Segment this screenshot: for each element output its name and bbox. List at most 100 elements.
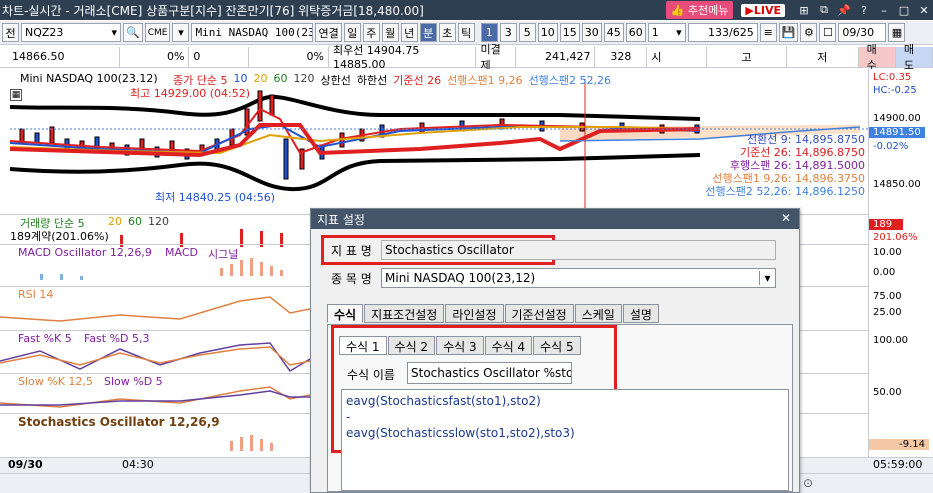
settings-icon[interactable]: ⚙ <box>800 23 818 42</box>
pin-icon[interactable]: 📌 <box>835 4 853 17</box>
sell-button[interactable]: 매도 <box>895 43 933 72</box>
grid-icon[interactable]: ⊞ <box>795 4 813 17</box>
period-week-tab[interactable]: 주 <box>362 23 380 42</box>
ichimoku-value-label: 전환선 9: 14,895.8750 <box>746 133 865 146</box>
tab-description[interactable]: 설명 <box>622 304 659 323</box>
cme-button[interactable]: CME <box>144 23 171 42</box>
low-label: 저 <box>787 46 859 67</box>
recommend-menu-button[interactable]: 👍 추천메뉴 <box>665 1 734 19</box>
volume-percent: 0% <box>249 46 329 67</box>
title-bar: 차트-실시간 - 거래소[CME] 상품구분[지수] 잔존만기[76] 위탁증거… <box>0 0 933 20</box>
interval-30-button[interactable]: 30 <box>581 23 602 42</box>
close-icon[interactable]: ✕ <box>915 4 933 17</box>
date-field[interactable]: 09/30 <box>838 23 887 42</box>
period-second-tab[interactable]: 초 <box>438 23 456 42</box>
buy-button[interactable]: 매수 <box>858 43 896 72</box>
axis-current-pct: -0.02% <box>873 141 909 152</box>
period-tick-tab[interactable]: 틱 <box>457 23 475 42</box>
formula-editor[interactable]: eavg(Stochasticsfast(sto1),sto2) - eavg(… <box>341 389 789 491</box>
tab-line[interactable]: 라인설정 <box>445 304 504 323</box>
minimize-icon[interactable]: – <box>875 4 893 17</box>
calendar-icon[interactable]: ▦ <box>888 23 906 42</box>
main-panel-title[interactable]: Mini NASDAQ 100(23.12) <box>20 72 158 85</box>
unit-dropdown-icon[interactable]: ▾ <box>676 26 682 39</box>
main-panel-menu-icon[interactable]: ▦ <box>10 89 22 101</box>
main-legend-item: 선행스팬1 9,26 <box>447 74 523 87</box>
jeon-button[interactable]: 전 <box>2 23 19 42</box>
open-label: 시 <box>647 46 708 67</box>
symbol-value: NQZ23 <box>25 26 64 39</box>
indicator-name-value: Stochastics Oscillator <box>381 240 776 260</box>
axis-time-right: 05:59:00 <box>873 458 923 471</box>
tab-condition[interactable]: 지표조건설정 <box>364 304 445 323</box>
cme-dropdown-icon[interactable]: ▾ <box>172 23 190 42</box>
period-year-tab[interactable]: 년 <box>400 23 418 42</box>
stochastics-oscillator-panel-title[interactable]: Stochastics Oscillator 12,26,9 <box>18 415 220 429</box>
dialog-title-bar[interactable]: 지표 설정 ✕ <box>311 209 799 229</box>
open-interest-label: 미결제 <box>476 43 516 72</box>
axis-stoch-value: -9.14 <box>869 439 929 450</box>
subtab-formula-4[interactable]: 수식 4 <box>484 336 533 355</box>
item-name-row: 종 목 명 Mini NASDAQ 100(23,12) ▾ <box>321 268 776 288</box>
unit-select[interactable]: 1 ▾ <box>647 23 686 42</box>
restore-icon[interactable]: ⧉ <box>815 3 833 17</box>
search-icon[interactable]: 🔍 <box>123 23 143 42</box>
date-checkbox[interactable]: ☐ <box>819 23 837 42</box>
axis-14900: 14900.00 <box>873 113 921 124</box>
formula-subtabs: 수식 1 수식 2 수식 3 수식 4 수식 5 <box>339 336 581 355</box>
indicator-name-label: 지 표 명 <box>331 243 372 258</box>
subtab-formula-5[interactable]: 수식 5 <box>533 336 581 355</box>
subtab-formula-2[interactable]: 수식 2 <box>387 336 436 355</box>
maximize-icon[interactable]: □ <box>895 4 913 17</box>
axis-current-price: 14891.50 <box>869 127 925 138</box>
product-name-field: Mini NASDAQ 100(23.1 <box>191 23 314 42</box>
save-icon[interactable]: 💾 <box>778 23 799 42</box>
interval-1-button[interactable]: 1 <box>480 23 498 42</box>
formula-name-label: 수식 이름 <box>347 368 395 382</box>
interval-10-button[interactable]: 10 <box>537 23 558 42</box>
connect-button[interactable]: 연결 <box>315 23 342 42</box>
dropdown-icon[interactable]: ▾ <box>111 26 117 39</box>
axis-slowk-50: 50.00 <box>873 387 902 398</box>
item-dropdown-icon[interactable]: ▾ <box>759 271 775 285</box>
tab-formula[interactable]: 수식 <box>327 304 364 323</box>
list-icon[interactable]: ≡ <box>759 23 777 42</box>
subtab-formula-3[interactable]: 수식 3 <box>436 336 484 355</box>
interval-60-button[interactable]: 60 <box>625 23 646 42</box>
ichimoku-value-label: 후행스팬 26: 14,891.5000 <box>729 159 865 172</box>
period-minute-tab[interactable]: 분 <box>419 23 437 42</box>
high-marker-label: 최고 14929.00 (04:52) <box>130 87 251 100</box>
interval-45-button[interactable]: 45 <box>603 23 624 42</box>
interval-5-button[interactable]: 5 <box>518 23 536 42</box>
fast-stochastic-svg <box>0 342 310 372</box>
item-name-select[interactable]: Mini NASDAQ 100(23,12) ▾ <box>381 268 776 288</box>
axis-volume-pct: 201.06% <box>873 232 918 243</box>
bollinger-upper-line <box>9 94 701 121</box>
interval-15-button[interactable]: 15 <box>559 23 580 42</box>
symbol-input[interactable]: NQZ23 ▾ <box>21 23 121 42</box>
tab-baseline[interactable]: 기준선설정 <box>504 304 574 323</box>
formula-name-input[interactable]: Stochastics Oscillator %sto1 <box>407 362 572 384</box>
subtab-formula-1[interactable]: 수식 1 <box>339 336 387 355</box>
ichimoku-value-label: 선행스팬2 52,26: 14,896.1250 <box>705 185 865 198</box>
current-price: 14866.50 <box>0 46 120 67</box>
dialog-close-icon[interactable]: ✕ <box>781 211 791 225</box>
live-button[interactable]: ▶LIVE <box>741 3 785 17</box>
period-day-tab[interactable]: 일 <box>343 23 361 42</box>
title-bar-controls: 👍 추천메뉴 ▶LIVE ⊞ ⧉ 📌 ? – □ ✕ <box>665 0 933 20</box>
main-legend-item: 60 <box>273 72 288 85</box>
tab-scale[interactable]: 스케일 <box>574 304 622 323</box>
interval-3-button[interactable]: 3 <box>499 23 517 42</box>
help-icon[interactable]: ? <box>855 4 873 17</box>
right-price-axis[interactable]: LC:0.35 HC:-0.25 14900.00 14891.50 -0.02… <box>868 69 933 457</box>
low-marker-label: 최저 14840.25 (04:56) <box>155 191 276 204</box>
axis-hc: HC:-0.25 <box>873 85 917 96</box>
open-interest-change: 328 <box>595 46 648 67</box>
period-month-tab[interactable]: 월 <box>381 23 399 42</box>
indicator-settings-dialog: 지표 설정 ✕ 지 표 명 Stochastics Oscillator 종 목… <box>310 208 800 493</box>
count-field[interactable]: 133/625 <box>687 23 758 42</box>
open-interest-value: 241,427 <box>516 46 596 67</box>
axis-14850: 14850.00 <box>873 179 921 190</box>
formula-line-2: - <box>346 410 351 424</box>
axis-time-mid: 04:30 <box>122 458 154 471</box>
